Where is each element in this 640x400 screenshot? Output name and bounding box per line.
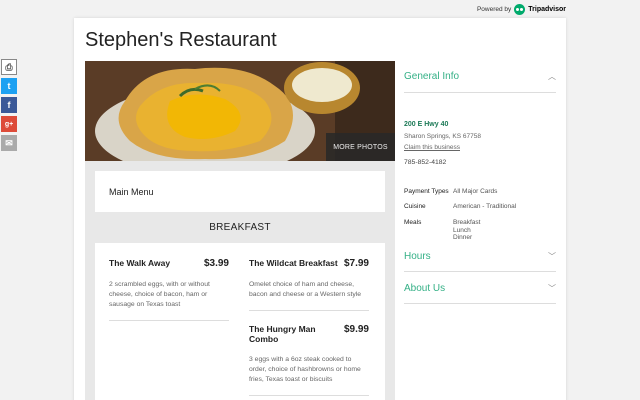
share-bar: ⎙ t f g+ ✉ <box>1 59 18 154</box>
cuisine-row: Cuisine American - Traditional <box>404 203 516 211</box>
divider <box>249 310 369 311</box>
general-info-toggle[interactable]: General Info ︿ <box>404 66 556 86</box>
facebook-icon[interactable]: f <box>1 97 17 113</box>
claim-business-link[interactable]: Claim this business <box>404 144 460 151</box>
menu-item-price: $3.99 <box>203 258 229 269</box>
address-city: Sharon Springs, KS 67758 <box>404 133 481 140</box>
meal-item: Lunch <box>453 226 471 234</box>
menu-panel: Main Menu BREAKFAST The Walk Away $3.99 … <box>95 171 385 400</box>
about-toggle[interactable]: About Us ﹀ <box>404 278 556 298</box>
menu-item-price: $9.99 <box>343 324 369 335</box>
menu-title: Main Menu <box>109 187 154 197</box>
hours-title: Hours <box>404 250 431 262</box>
divider <box>404 303 556 304</box>
menu-item-name: The Walk Away <box>109 258 171 268</box>
hours-toggle[interactable]: Hours ﹀ <box>404 246 556 266</box>
phone-number[interactable]: 785-852-4182 <box>404 159 446 166</box>
hours-section: Hours ﹀ <box>404 246 556 272</box>
divider <box>404 271 556 272</box>
payment-types-row: Payment Types All Major Cards <box>404 188 497 196</box>
powered-by[interactable]: Powered by Tripadvisor <box>477 4 566 15</box>
tripadvisor-brand: Tripadvisor <box>528 6 566 13</box>
more-photos-button[interactable]: MORE PHOTOS <box>326 133 395 161</box>
menu-item-name: The Wildcat Breakfast <box>249 258 338 268</box>
menu-item: The Hungry Man Combo $9.99 3 eggs with a… <box>249 324 369 396</box>
menu-item-description: 2 scrambled eggs, with or without cheese… <box>109 281 210 308</box>
cuisine-value: American - Traditional <box>453 203 517 210</box>
chevron-down-icon: ﹀ <box>548 283 556 293</box>
chevron-down-icon: ﹀ <box>548 251 556 261</box>
email-icon[interactable]: ✉ <box>1 135 17 151</box>
menu-item-description: 3 eggs with a 6oz steak cooked to order,… <box>249 356 361 383</box>
chevron-up-icon: ︿ <box>548 71 556 81</box>
meal-item: Breakfast <box>453 219 481 226</box>
menu-section-header: BREAKFAST <box>95 212 385 243</box>
menu-item: The Wildcat Breakfast $7.99 Omelet choic… <box>249 258 369 311</box>
google-plus-icon[interactable]: g+ <box>1 116 17 132</box>
meals-label: Meals <box>404 219 422 226</box>
payment-types-value: All Major Cards <box>453 188 498 195</box>
powered-by-label: Powered by <box>476 6 512 13</box>
menu-item-description: Omelet choice of ham and cheese, bacon a… <box>249 281 362 298</box>
menu-item-name: The Hungry Man Combo <box>249 324 316 344</box>
general-info-title: General Info <box>404 70 460 82</box>
divider <box>109 320 229 321</box>
twitter-icon[interactable]: t <box>1 78 17 94</box>
about-title: About Us <box>404 282 446 294</box>
payment-types-label: Payment Types <box>404 188 449 195</box>
menu-item: The Walk Away $3.99 2 scrambled eggs, wi… <box>109 258 229 321</box>
divider <box>249 395 369 396</box>
restaurant-photo[interactable]: MORE PHOTOS <box>85 61 395 161</box>
about-section: About Us ﹀ <box>404 278 556 304</box>
tripadvisor-owl-icon <box>514 4 526 15</box>
menu-item-price: $7.99 <box>343 258 369 269</box>
address-street: 200 E Hwy 40 <box>404 121 449 128</box>
print-icon[interactable]: ⎙ <box>1 59 17 75</box>
meals-row: Meals Breakfast Lunch Dinner <box>404 219 480 242</box>
meals-list: Breakfast Lunch Dinner <box>453 219 480 242</box>
divider <box>404 92 556 93</box>
cuisine-label: Cuisine <box>404 203 426 210</box>
meal-item: Dinner <box>453 234 473 241</box>
restaurant-name: Stephen's Restaurant <box>85 29 277 51</box>
restaurant-card: Stephen's Restaurant MORE PHOTOS Main Me… <box>74 18 566 400</box>
general-info-section: General Info ︿ <box>404 66 556 86</box>
